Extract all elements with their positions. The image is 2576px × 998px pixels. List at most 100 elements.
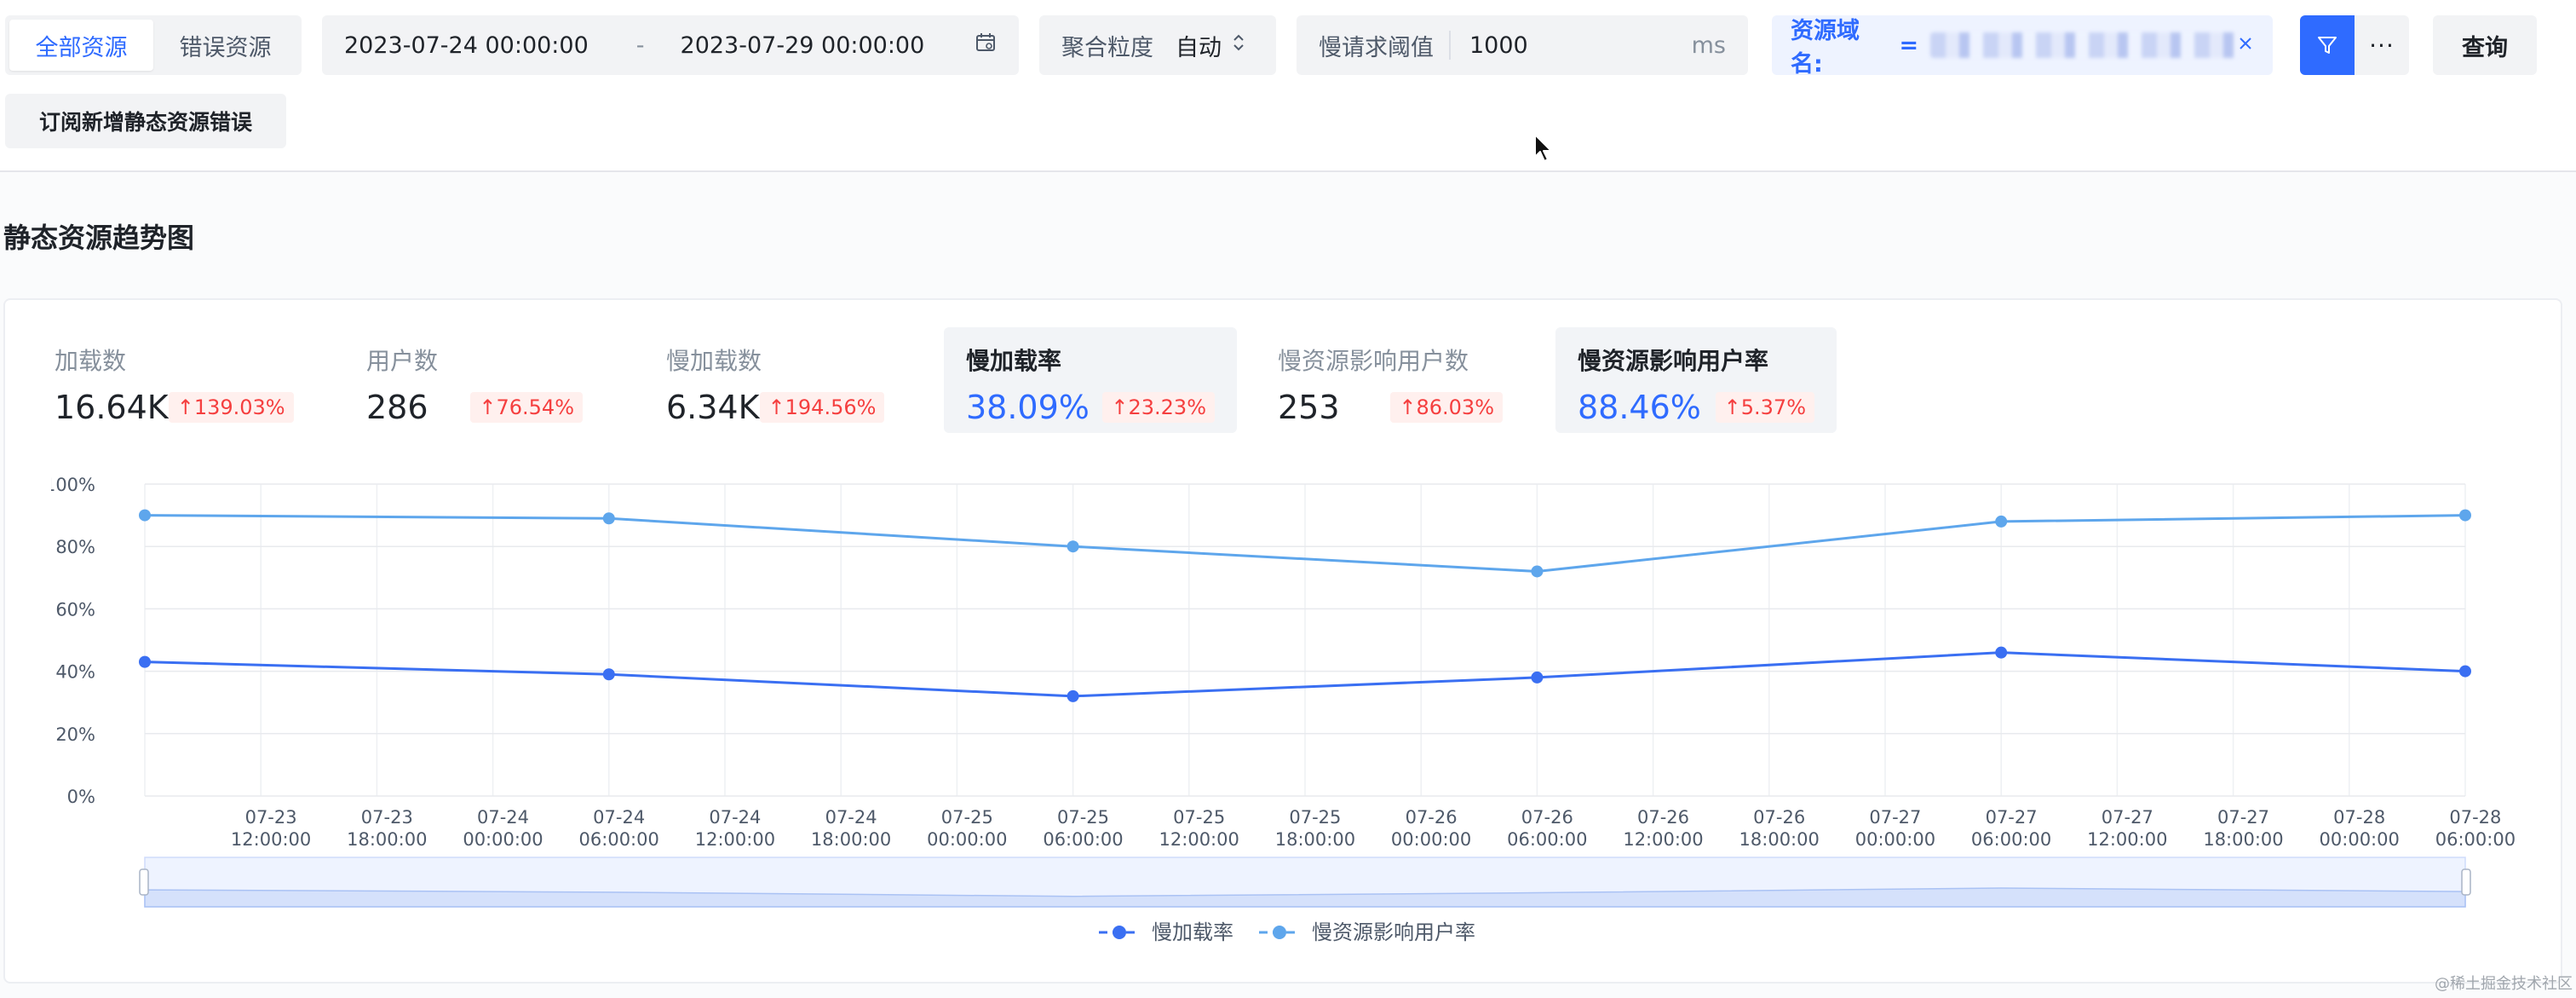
metric-label: 慢资源影响用户数 (1278, 347, 1469, 375)
x-tick-label: 07-27 (2102, 807, 2153, 828)
divider (1449, 31, 1451, 60)
x-tick-label: 07-25 (941, 807, 993, 828)
x-tick-label: 07-28 (2333, 807, 2385, 828)
x-tick-label: 12:00:00 (695, 829, 775, 850)
domain-value-redacted (1930, 32, 2237, 58)
legend-marker (1273, 926, 1286, 939)
metric-load-count[interactable]: 加载数 16.64K ↑139.03% (32, 327, 305, 433)
granularity-label: 聚合粒度 (1061, 34, 1153, 61)
x-tick-label: 07-26 (1637, 807, 1689, 828)
metric-value: 88.46% (1578, 389, 1701, 426)
query-button[interactable]: 查询 (2433, 15, 2537, 75)
metric-change: ↑76.54% (470, 392, 583, 423)
granularity-select[interactable]: 聚合粒度 自动 (1039, 15, 1276, 75)
date-range-picker[interactable]: 2023-07-24 00:00:00 - 2023-07-29 00:00:0… (322, 15, 1019, 75)
x-tick-label: 07-24 (593, 807, 645, 828)
data-point (1531, 565, 1544, 578)
slow-threshold-input[interactable]: 慢请求阈值 1000 ms (1297, 15, 1748, 75)
y-tick-label: 0% (67, 787, 95, 807)
watermark: @稀土掘金技术社区 (2435, 975, 2573, 993)
date-start[interactable]: 2023-07-24 00:00:00 (344, 32, 589, 59)
x-tick-label: 07-26 (1753, 807, 1805, 828)
zoom-slider-handle-right (2461, 868, 2471, 896)
metric-slow-affected-users[interactable]: 慢资源影响用户数 253 ↑86.03% (1256, 327, 1525, 433)
data-point (139, 655, 151, 668)
tab-error-resources[interactable]: 错误资源 (153, 20, 297, 71)
x-tick-label: 00:00:00 (463, 829, 543, 850)
tab-all-resources[interactable]: 全部资源 (9, 20, 153, 71)
metric-value: 286 (366, 389, 428, 426)
legend-label: 慢资源影响用户率 (1312, 920, 1475, 944)
data-point (1067, 540, 1079, 553)
metric-label: 慢资源影响用户率 (1578, 347, 1769, 375)
x-tick-label: 18:00:00 (1275, 829, 1355, 850)
x-tick-label: 00:00:00 (1391, 829, 1471, 850)
metric-slow-load-count[interactable]: 慢加载数 6.34K ↑194.56% (644, 327, 906, 433)
x-tick-label: 18:00:00 (347, 829, 427, 850)
x-tick-label: 07-26 (1406, 807, 1458, 828)
data-point (602, 668, 615, 681)
x-tick-label: 07-27 (1986, 807, 2038, 828)
x-tick-label: 07-23 (245, 807, 297, 828)
filter-button[interactable] (2300, 15, 2355, 75)
legend-label: 慢加载率 (1152, 920, 1233, 944)
data-point (1995, 515, 2008, 528)
section-title: 静态资源趋势图 (3, 222, 195, 254)
zoom-slider-handle-left (139, 868, 149, 896)
granularity-value[interactable]: 自动 (1176, 29, 1222, 62)
metric-change: ↑139.03% (168, 392, 294, 423)
metric-change: ↑5.37% (1715, 392, 1814, 423)
metric-label: 慢加载数 (666, 347, 762, 375)
x-tick-label: 18:00:00 (2203, 829, 2283, 850)
metric-label: 加载数 (55, 347, 127, 375)
y-tick-label: 20% (55, 724, 95, 745)
x-tick-label: 06:00:00 (1507, 829, 1587, 850)
metric-change: ↑23.23% (1102, 392, 1215, 423)
data-point (1995, 646, 2008, 659)
x-tick-label: 06:00:00 (579, 829, 659, 850)
metric-slow-load-rate[interactable]: 慢加载率 38.09% ↑23.23% (944, 327, 1237, 433)
resource-type-tabs: 全部资源 错误资源 (5, 15, 302, 75)
domain-operator: = (1899, 32, 1919, 59)
x-tick-label: 12:00:00 (231, 829, 311, 850)
subscribe-button[interactable]: 订阅新增静态资源错误 (5, 94, 286, 148)
data-point (2459, 665, 2471, 678)
x-tick-label: 00:00:00 (1855, 829, 1935, 850)
trend-line-chart: 0%20%40%60%80%100%07-2312:00:0007-2318:0… (51, 475, 2516, 944)
metric-user-count[interactable]: 用户数 286 ↑76.54% (344, 327, 605, 433)
calendar-icon[interactable] (975, 32, 997, 60)
x-tick-label: 07-25 (1289, 807, 1341, 828)
x-tick-label: 18:00:00 (1739, 829, 1820, 850)
metric-label: 用户数 (366, 347, 439, 375)
date-end[interactable]: 2023-07-29 00:00:00 (681, 32, 925, 59)
y-tick-label: 40% (55, 662, 95, 683)
data-point (1067, 689, 1079, 702)
x-tick-label: 00:00:00 (2320, 829, 2400, 850)
metric-slow-affected-user-rate[interactable]: 慢资源影响用户率 88.46% ↑5.37% (1555, 327, 1837, 433)
metric-label: 慢加载率 (966, 347, 1062, 375)
slow-threshold-unit: ms (1691, 32, 1726, 59)
chevron-updown-icon (1232, 32, 1245, 60)
close-icon[interactable] (2237, 32, 2254, 58)
x-tick-label: 07-25 (1057, 807, 1109, 828)
data-point (1531, 671, 1544, 684)
x-tick-label: 07-24 (825, 807, 877, 828)
x-tick-label: 12:00:00 (1159, 829, 1239, 850)
x-tick-label: 06:00:00 (1971, 829, 2051, 850)
y-tick-label: 60% (55, 599, 95, 620)
x-tick-label: 00:00:00 (927, 829, 1007, 850)
x-tick-label: 12:00:00 (1623, 829, 1703, 850)
y-tick-label: 80% (55, 537, 95, 557)
metric-value: 6.34K (666, 389, 760, 426)
x-tick-label: 07-24 (709, 807, 761, 828)
metric-value: 253 (1278, 389, 1340, 426)
x-tick-label: 07-27 (2217, 807, 2269, 828)
x-tick-label: 07-25 (1173, 807, 1225, 828)
slow-threshold-label: 慢请求阈值 (1319, 34, 1434, 61)
domain-filter-tag[interactable]: 资源域名: = (1772, 15, 2273, 78)
x-tick-label: 06:00:00 (1043, 829, 1123, 850)
slow-threshold-value[interactable]: 1000 (1469, 32, 1528, 59)
more-button[interactable]: ··· (2355, 15, 2409, 75)
x-tick-label: 07-28 (2449, 807, 2501, 828)
y-tick-label: 100% (51, 475, 95, 495)
